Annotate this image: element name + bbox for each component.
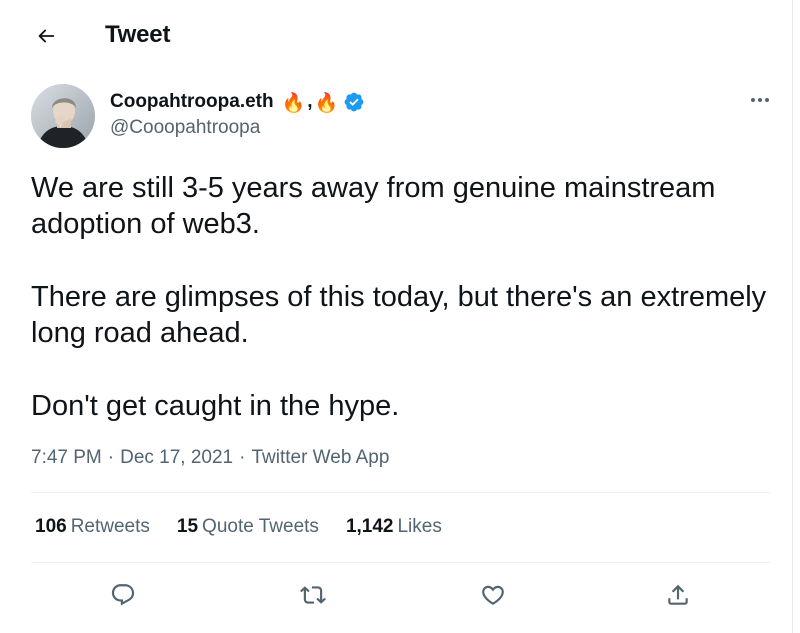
back-button[interactable] [30, 20, 62, 52]
share-icon [668, 584, 688, 605]
retweet-button[interactable] [296, 578, 330, 612]
tweet-detail-panel: Tweet Coopahtroopa.eth 🔥 , 🔥 @Cooopahtro… [0, 0, 793, 633]
quote-tweets-label: Quote Tweets [202, 516, 319, 537]
engagement-stats: 106 Retweets 15 Quote Tweets 1,142 Likes [35, 516, 442, 538]
author-display-name[interactable]: Coopahtroopa.eth [110, 91, 274, 113]
tweet-time[interactable]: 7:47 PM [31, 447, 102, 468]
quote-tweets-stat[interactable]: 15 Quote Tweets [177, 516, 319, 538]
retweet-icon [300, 586, 326, 604]
name-comma: , [307, 91, 313, 112]
more-options-button[interactable] [744, 88, 776, 112]
tweet-paragraph: There are glimpses of this today, but th… [31, 281, 767, 349]
tweet-metadata: 7:47 PM · Dec 17, 2021 · Twitter Web App [31, 447, 389, 469]
likes-label: Likes [397, 516, 442, 537]
likes-stat[interactable]: 1,142 Likes [346, 516, 442, 538]
fire-emoji: 🔥 [281, 91, 306, 114]
tweet-date[interactable]: Dec 17, 2021 [120, 447, 233, 468]
fire-emoji: 🔥 [314, 91, 339, 114]
avatar[interactable] [31, 84, 95, 148]
author-name-row[interactable]: Coopahtroopa.eth 🔥 , 🔥 [110, 89, 365, 115]
heart-icon [482, 585, 504, 605]
quote-tweets-count: 15 [176, 516, 199, 537]
avatar-image [31, 84, 95, 148]
retweets-label: Retweets [70, 516, 150, 537]
meta-separator: · [107, 447, 115, 468]
tweet-source[interactable]: Twitter Web App [251, 447, 389, 468]
author-info: Coopahtroopa.eth 🔥 , 🔥 @Cooopahtroopa [110, 89, 365, 139]
tweet-paragraph: Don't get caught in the hype. [31, 390, 400, 422]
retweets-stat[interactable]: 106 Retweets [35, 516, 150, 538]
page-title: Tweet [105, 21, 171, 48]
reply-icon [111, 584, 135, 606]
tweet-paragraph: We are still 3-5 years away from genuine… [31, 172, 716, 240]
arrow-left-icon [38, 29, 55, 43]
reply-button[interactable] [106, 578, 140, 612]
like-button[interactable] [476, 578, 510, 612]
verified-badge-icon [343, 91, 365, 113]
meta-separator: · [239, 447, 246, 468]
retweets-count: 106 [35, 516, 67, 537]
divider [31, 562, 771, 563]
author-handle[interactable]: @Cooopahtroopa [110, 117, 365, 139]
tweet-actions-bar [0, 578, 793, 612]
share-button[interactable] [661, 578, 695, 612]
divider [31, 492, 771, 493]
likes-count: 1,142 [345, 516, 394, 537]
page-header: Tweet [0, 0, 793, 72]
more-horizontal-icon [751, 98, 769, 102]
tweet-text: We are still 3-5 years away from genuine… [31, 170, 771, 424]
